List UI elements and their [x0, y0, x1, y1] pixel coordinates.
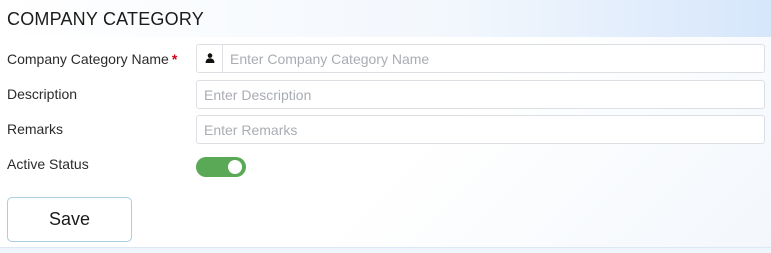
active-status-label: Active Status [7, 156, 89, 172]
required-marker: * [171, 51, 178, 67]
description-input[interactable] [196, 80, 765, 109]
toggle-knob [228, 160, 242, 174]
company-category-name-label: Company Category Name * [7, 50, 177, 68]
active-status-toggle[interactable] [196, 157, 246, 177]
form-panel: COMPANY CATEGORY Company Category Name * … [0, 0, 771, 248]
description-label: Description [7, 86, 78, 102]
user-icon-addon [196, 44, 223, 73]
remarks-label: Remarks [7, 121, 64, 137]
save-button[interactable]: Save [7, 197, 132, 242]
page-title: COMPANY CATEGORY [7, 9, 204, 29]
remarks-input[interactable] [196, 115, 765, 144]
panel-header: COMPANY CATEGORY [0, 0, 771, 37]
company-category-name-input[interactable] [222, 44, 765, 73]
user-icon [205, 50, 215, 68]
company-category-name-label-text: Company Category Name [7, 51, 169, 67]
